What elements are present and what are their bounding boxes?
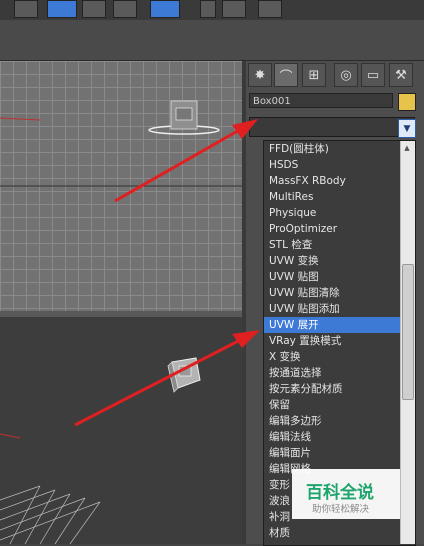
arrow-to-dropdown [114, 119, 258, 203]
arrow-to-uvw-unwrap [74, 330, 260, 427]
annotation-arrows [74, 119, 260, 427]
watermark-title: 百科全说 [306, 483, 374, 503]
watermark-subtitle: 助你轻松解决 [312, 504, 370, 515]
